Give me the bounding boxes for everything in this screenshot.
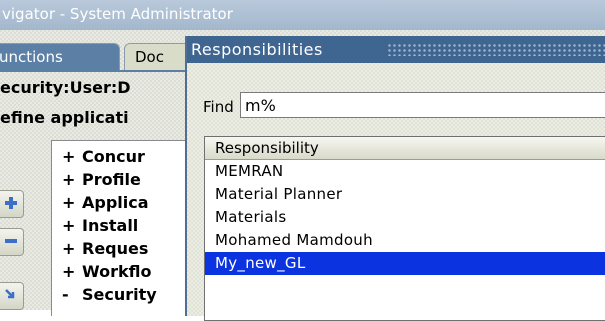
list-item-label: Material Planner bbox=[215, 185, 343, 203]
tree-item-label: Applica bbox=[82, 193, 149, 212]
expand-icon bbox=[5, 197, 17, 209]
drill-down-icon bbox=[5, 289, 15, 299]
collapse-icon bbox=[5, 239, 17, 243]
tree-item[interactable]: + Concur bbox=[62, 147, 145, 166]
tree-item-label: Workflo bbox=[82, 262, 152, 281]
list-item[interactable]: Materials bbox=[205, 206, 605, 229]
define-label: efine applicati bbox=[0, 108, 129, 127]
list-item-label: MEMRAN bbox=[215, 162, 284, 180]
dialog-title: Responsibilities bbox=[191, 40, 323, 59]
list-item[interactable]: Material Planner bbox=[205, 183, 605, 206]
tree-expander: + bbox=[62, 147, 76, 166]
tree-item[interactable]: + Workflo bbox=[62, 262, 151, 281]
tree-expander: + bbox=[62, 216, 76, 235]
tree-expander: + bbox=[62, 170, 76, 189]
list-item[interactable]: Mohamed Mamdouh bbox=[205, 229, 605, 252]
list-item-label: My_new_GL bbox=[215, 254, 306, 272]
tree-expander: + bbox=[62, 193, 76, 212]
tree-item[interactable]: - Security bbox=[62, 285, 157, 304]
list-item-label: Mohamed Mamdouh bbox=[215, 231, 373, 249]
tree-expander: + bbox=[62, 239, 76, 258]
tree-item-label: Install bbox=[82, 216, 139, 235]
user-label: ecurity:User:D bbox=[0, 78, 131, 97]
responsibility-list: Responsibility MEMRAN Material Planner M… bbox=[204, 136, 605, 321]
find-label: Find bbox=[203, 98, 234, 116]
tree-item-label: Reques bbox=[82, 239, 149, 258]
navigator-tree: + Concur + Profile + Applica + Install + Requ… bbox=[51, 140, 192, 316]
responsibilities-dialog: Responsibilities Find Responsibility MEM… bbox=[185, 36, 605, 321]
tree-item[interactable]: + Applica bbox=[62, 193, 149, 212]
list-item-selected[interactable]: My_new_GL bbox=[205, 252, 605, 275]
tab-functions[interactable]: unctions bbox=[0, 43, 120, 70]
column-header-responsibility[interactable]: Responsibility bbox=[205, 137, 605, 160]
tree-item[interactable]: + Profile bbox=[62, 170, 141, 189]
list-item[interactable]: MEMRAN bbox=[205, 160, 605, 183]
drill-down-button[interactable] bbox=[0, 282, 24, 310]
tree-expander: - bbox=[62, 285, 69, 304]
expand-button[interactable] bbox=[0, 190, 24, 218]
tree-item-label: Concur bbox=[82, 147, 145, 166]
list-item-label: Materials bbox=[215, 208, 287, 226]
dialog-title-bar[interactable]: Responsibilities bbox=[187, 36, 605, 63]
tree-item[interactable]: + Reques bbox=[62, 239, 148, 258]
column-header-label: Responsibility bbox=[215, 139, 319, 157]
tab-strip-divider bbox=[0, 70, 190, 72]
title-bar-grip bbox=[387, 43, 605, 56]
tree-expander: + bbox=[62, 262, 76, 281]
tree-item-label: Profile bbox=[82, 170, 141, 189]
tree-item[interactable]: + Install bbox=[62, 216, 138, 235]
find-input[interactable] bbox=[240, 92, 605, 118]
window-title: vigator - System Administrator bbox=[0, 0, 605, 30]
collapse-button[interactable] bbox=[0, 228, 24, 256]
tree-item-label: Security bbox=[82, 285, 157, 304]
